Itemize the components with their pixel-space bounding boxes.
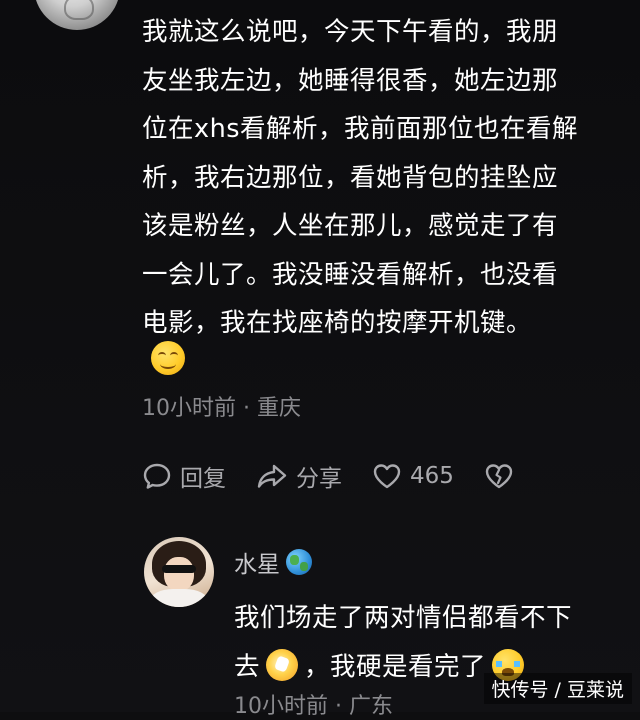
watermark: 快传号 / 豆莱说 — [483, 673, 632, 704]
reply-avatar[interactable] — [144, 537, 214, 607]
globe-land — [300, 562, 308, 571]
heart-icon — [373, 464, 401, 489]
comment-actions: 回复 分享 465 — [142, 454, 544, 498]
avatar-body — [150, 589, 208, 607]
comment-line: 该是粉丝，人坐在那儿，感觉走了有 — [142, 211, 559, 241]
comment-meta: 10小时前 · 重庆 — [142, 396, 301, 421]
comment-line: 友坐我左边，她睡得很香，她左边那 — [142, 65, 559, 96]
commenter-avatar[interactable] — [34, 0, 120, 30]
comment-line: 电影，我在找座椅的按摩开机键。 — [142, 308, 533, 338]
dislike-button[interactable] — [484, 462, 514, 490]
share-label: 分享 — [296, 466, 342, 492]
emoji-mouth — [160, 359, 176, 369]
like-count: 465 — [410, 463, 454, 489]
share-arrow-icon — [257, 464, 287, 488]
avatar-sunglasses — [162, 565, 196, 573]
comment-line: 位在xhs看解析，我前面那位也在看解 — [142, 114, 579, 144]
reply-username[interactable]: 水星 — [234, 545, 312, 579]
reply-button[interactable]: 回复 — [142, 459, 226, 493]
like-button[interactable]: 465 — [372, 462, 454, 490]
comment-line: 析，我右边那位，看她背包的挂坠应 — [142, 162, 559, 193]
comment-line: 我就这么说吧，今天下午看的，我朋 — [142, 17, 559, 47]
broken-heart-icon — [485, 464, 513, 489]
reply-label: 回复 — [180, 466, 226, 492]
reply-line: 我们场走了两对情侣都看不下 — [234, 603, 573, 633]
comment-body: 我就这么说吧，今天下午看的，我朋 友坐我左边，她睡得很香，她左边那 位在xhs看… — [142, 8, 628, 348]
comment-thread: 我就这么说吧，今天下午看的，我朋 友坐我左边，她睡得很香，她左边那 位在xhs看… — [0, 0, 640, 719]
reply-username-text: 水星 — [234, 552, 280, 578]
smile-emoji-icon — [151, 341, 185, 375]
reply-line-part: ，我硬是看完了 — [304, 651, 487, 682]
exploding-face-emoji-icon — [266, 648, 299, 681]
share-button[interactable]: 分享 — [256, 459, 342, 493]
globe-icon — [286, 549, 312, 575]
emoji-eye — [158, 352, 166, 359]
emoji-eye — [170, 352, 178, 359]
avatar-face — [164, 557, 194, 591]
reply-line-part: 去 — [234, 651, 261, 682]
speech-bubble-icon — [143, 463, 171, 489]
comment-line: 一会儿了。我没睡没看解析，也没看 — [142, 259, 559, 290]
reply-meta: 10小时前 · 广东 — [234, 694, 393, 719]
globe-land — [290, 555, 299, 565]
avatar-mark — [64, 0, 94, 20]
